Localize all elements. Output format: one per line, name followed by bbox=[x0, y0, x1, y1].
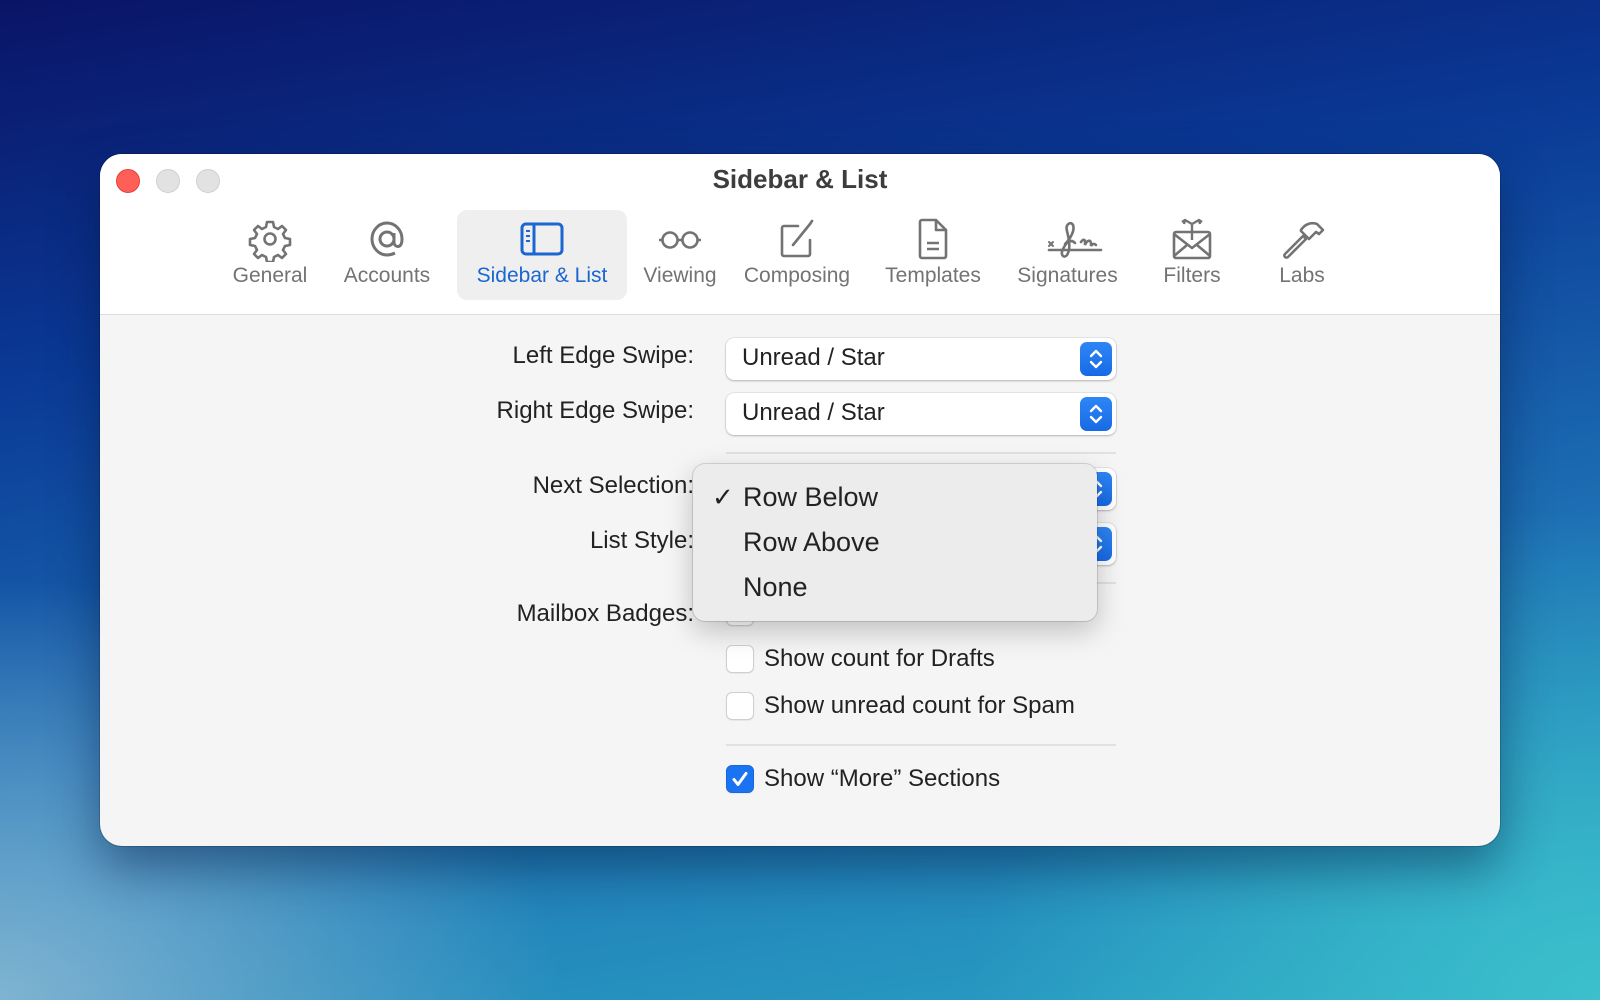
tab-label: Sidebar & List bbox=[476, 264, 608, 287]
checkbox-checked[interactable] bbox=[726, 765, 754, 793]
sidebar-icon bbox=[519, 216, 565, 262]
show-more-sections-checkbox[interactable]: Show “More” Sections bbox=[726, 765, 1000, 793]
left-edge-swipe-popup[interactable]: Unread / Star bbox=[726, 338, 1116, 380]
checkmark-icon bbox=[732, 772, 748, 786]
tab-sidebar-list[interactable]: Sidebar & List bbox=[457, 210, 627, 300]
tab-filters[interactable]: Filters bbox=[1150, 210, 1234, 300]
left-edge-swipe-label: Left Edge Swipe: bbox=[512, 342, 694, 369]
mailbox-badges-label: Mailbox Badges: bbox=[516, 600, 694, 627]
divider bbox=[726, 452, 1116, 454]
next-selection-label: Next Selection: bbox=[532, 472, 694, 499]
preferences-window: Sidebar & List General Accounts Sidebar … bbox=[100, 154, 1500, 846]
up-down-chevron-icon bbox=[1080, 342, 1112, 376]
menu-item-label: Row Above bbox=[743, 527, 880, 557]
tab-label: Viewing bbox=[643, 264, 717, 287]
toolbar-tabs: General Accounts Sidebar & List Viewing … bbox=[100, 210, 1500, 300]
menu-item-label: Row Below bbox=[743, 482, 879, 512]
divider bbox=[726, 744, 1116, 746]
checkbox-label: Show “More” Sections bbox=[764, 765, 1001, 792]
menu-item-row-below[interactable]: ✓ Row Below bbox=[693, 476, 1097, 520]
tab-label: Filters bbox=[1163, 264, 1221, 287]
popup-value: Unread / Star bbox=[742, 399, 885, 426]
tab-labs[interactable]: Labs bbox=[1262, 210, 1342, 300]
tab-accounts[interactable]: Accounts bbox=[334, 210, 440, 300]
checkbox[interactable] bbox=[726, 645, 754, 673]
compose-icon bbox=[774, 216, 820, 262]
menu-item-row-above[interactable]: Row Above bbox=[693, 521, 1097, 565]
right-edge-swipe-popup[interactable]: Unread / Star bbox=[726, 393, 1116, 435]
menu-item-label: None bbox=[743, 572, 808, 602]
titlebar: Sidebar & List General Accounts Sidebar … bbox=[100, 154, 1500, 315]
list-style-label: List Style: bbox=[589, 527, 694, 554]
tab-label: Labs bbox=[1279, 264, 1325, 287]
right-edge-swipe-label: Right Edge Swipe: bbox=[496, 397, 694, 424]
hammer-icon bbox=[1279, 216, 1325, 262]
tab-label: General bbox=[232, 264, 308, 287]
glasses-icon bbox=[657, 216, 703, 262]
next-selection-menu: ✓ Row Below Row Above None bbox=[693, 464, 1097, 621]
up-down-chevron-icon bbox=[1080, 397, 1112, 431]
show-count-drafts-checkbox[interactable]: Show count for Drafts bbox=[726, 645, 995, 673]
tab-signatures[interactable]: Signatures bbox=[1005, 210, 1130, 300]
checkmark-icon: ✓ bbox=[712, 482, 734, 512]
tab-templates[interactable]: Templates bbox=[877, 210, 989, 300]
tab-label: Signatures bbox=[1017, 264, 1118, 287]
menu-item-none[interactable]: None bbox=[693, 566, 1097, 610]
tab-viewing[interactable]: Viewing bbox=[630, 210, 730, 300]
tab-label: Composing bbox=[743, 264, 851, 287]
envelope-filter-icon bbox=[1169, 216, 1215, 262]
tab-general[interactable]: General bbox=[218, 210, 322, 300]
signature-icon bbox=[1045, 216, 1102, 262]
popup-value: Unread / Star bbox=[742, 344, 885, 371]
tab-label: Accounts bbox=[343, 264, 431, 287]
checkbox[interactable] bbox=[726, 692, 754, 720]
checkbox-label: Show count for Drafts bbox=[764, 645, 995, 672]
at-sign-icon bbox=[364, 216, 410, 262]
checkbox-label: Show unread count for Spam bbox=[764, 692, 1075, 719]
tab-composing[interactable]: Composing bbox=[737, 210, 857, 300]
tab-label: Templates bbox=[885, 264, 981, 287]
gear-icon bbox=[247, 216, 293, 264]
document-icon bbox=[910, 216, 956, 262]
show-unread-spam-checkbox[interactable]: Show unread count for Spam bbox=[726, 692, 1075, 720]
window-title: Sidebar & List bbox=[712, 164, 888, 194]
